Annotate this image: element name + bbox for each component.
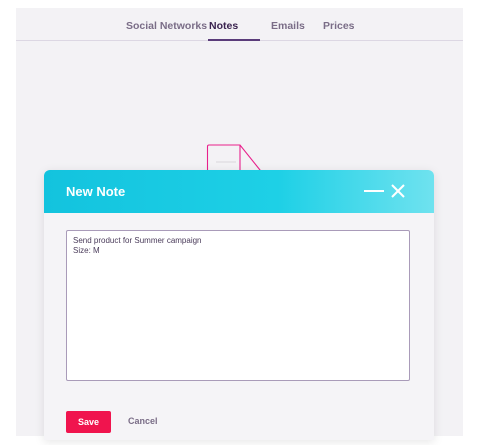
active-tab-indicator bbox=[208, 39, 260, 41]
close-icon[interactable] bbox=[390, 183, 406, 199]
tab-social-networks[interactable]: Social Networks bbox=[126, 20, 207, 32]
cancel-button[interactable]: Cancel bbox=[128, 416, 158, 426]
tab-bar: Social Networks Notes Emails Prices bbox=[16, 8, 463, 41]
new-note-modal: New Note Send product for Summer campaig… bbox=[44, 170, 434, 440]
save-button[interactable]: Save bbox=[66, 411, 111, 433]
modal-header: New Note bbox=[44, 170, 434, 213]
tab-notes[interactable]: Notes bbox=[209, 20, 238, 32]
tab-emails[interactable]: Emails bbox=[271, 20, 305, 32]
minimize-icon[interactable] bbox=[364, 190, 384, 192]
tab-prices[interactable]: Prices bbox=[323, 20, 355, 32]
modal-title: New Note bbox=[66, 184, 126, 199]
note-textarea[interactable]: Send product for Summer campaign Size: M bbox=[66, 230, 410, 381]
